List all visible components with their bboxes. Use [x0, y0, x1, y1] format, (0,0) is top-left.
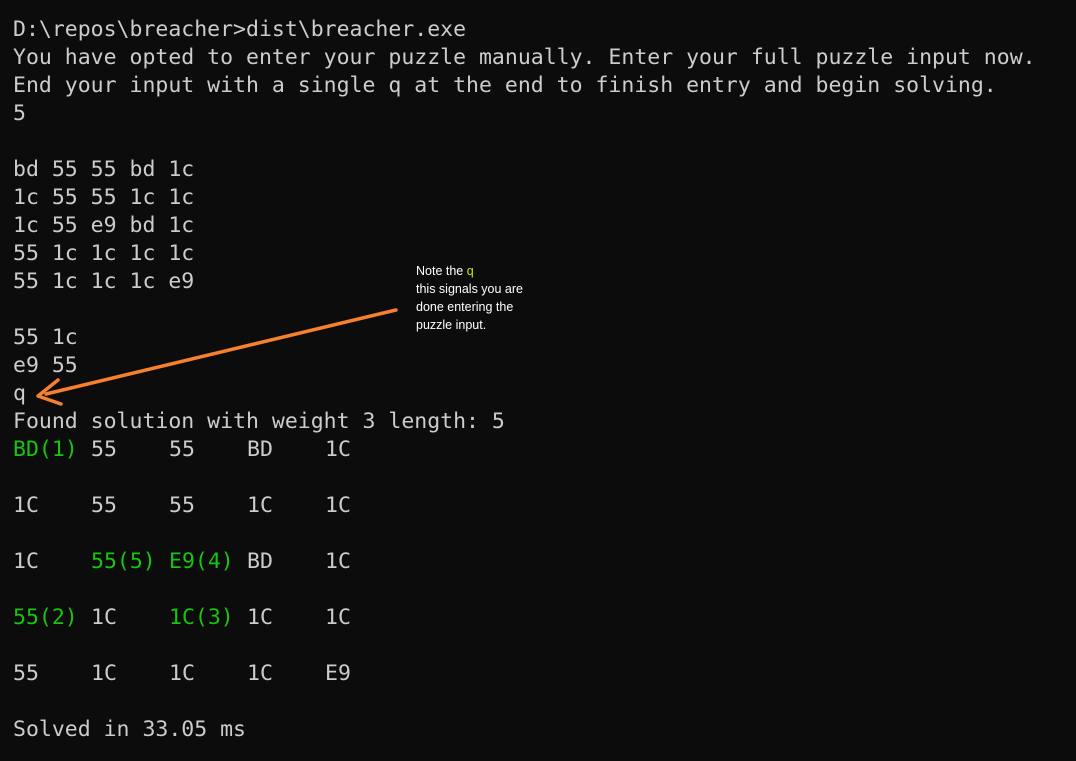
solution-cell: 1C	[91, 661, 117, 686]
solution-cell: 55	[91, 493, 117, 518]
solution-cell: 1C	[13, 549, 39, 574]
solution-row: 55 1C 1C 1C E9	[13, 660, 433, 688]
solution-row: 55(2) 1C 1C(3) 1C 1C	[13, 604, 433, 632]
input-sequence-row: e9 55	[13, 353, 78, 378]
solution-cell: 1C	[247, 605, 273, 630]
solution-cell: 1C	[325, 437, 351, 462]
output-line-intro: You have opted to enter your puzzle manu…	[13, 45, 1036, 70]
solution-cell: E9(4)	[169, 549, 234, 574]
solution-cell: BD(1)	[13, 437, 78, 462]
input-line-buffer-size: 5	[13, 101, 26, 126]
solution-cell: 55	[13, 661, 39, 686]
solution-cell: E9	[325, 661, 351, 686]
input-matrix-row: 1c 55 e9 bd 1c	[13, 213, 195, 238]
arrow-head	[36, 378, 63, 406]
solution-row: 1C 55(5) E9(4) BD 1C	[13, 548, 433, 576]
solution-cell: 1C	[325, 605, 351, 630]
solution-summary: Found solution with weight 3 length: 5	[13, 409, 505, 434]
annotation-line: Note the q	[416, 262, 556, 280]
annotation-prefix: Note the	[416, 264, 467, 278]
solution-cell: BD	[247, 549, 273, 574]
input-matrix-row: bd 55 55 bd 1c	[13, 157, 195, 182]
solution-cell: 1C	[13, 493, 39, 518]
annotation-line: puzzle input.	[416, 318, 487, 332]
annotation-q: q	[466, 264, 474, 278]
solution-cell: 1C	[247, 493, 273, 518]
annotation-line: this signals you are	[416, 282, 524, 296]
annotation-note: Note the q this signals you are done ent…	[416, 262, 556, 334]
annotation-arrow-icon	[36, 308, 398, 406]
solution-cell: 55	[91, 437, 117, 462]
solution-cell: 1C	[325, 493, 351, 518]
prompt-command: D:\repos\breacher>dist\breacher.exe	[13, 17, 467, 42]
solve-time-footer: Solved in 33.05 ms	[13, 717, 246, 742]
solution-cell: 1C	[169, 661, 195, 686]
terminal-window[interactable]: D:\repos\breacher>dist\breacher.exe You …	[0, 0, 1076, 761]
input-sequence-row: 55 1c	[13, 325, 78, 350]
solution-cell: 55(5)	[91, 549, 156, 574]
solution-cell: 55	[169, 493, 195, 518]
solution-cell: 1C	[91, 605, 117, 630]
annotation-line: done entering the	[416, 300, 514, 314]
input-matrix-row: 55 1c 1c 1c e9	[13, 269, 195, 294]
solution-row: 1C 55 55 1C 1C	[13, 492, 433, 520]
input-matrix-row: 1c 55 55 1c 1c	[13, 185, 195, 210]
input-matrix-row: 55 1c 1c 1c 1c	[13, 241, 195, 266]
solution-cell: 55(2)	[13, 605, 78, 630]
solution-cell: BD	[247, 437, 273, 462]
arrow-shaft	[44, 308, 398, 396]
solution-cell: 1C	[247, 661, 273, 686]
solution-row: BD(1) 55 55 BD 1C	[13, 436, 433, 464]
output-line-instructions: End your input with a single q at the en…	[13, 73, 997, 98]
solution-cell: 55	[169, 437, 195, 462]
solution-cell: 1C	[325, 549, 351, 574]
solution-cell: 1C(3)	[169, 605, 234, 630]
input-terminator-q: q	[13, 381, 26, 406]
